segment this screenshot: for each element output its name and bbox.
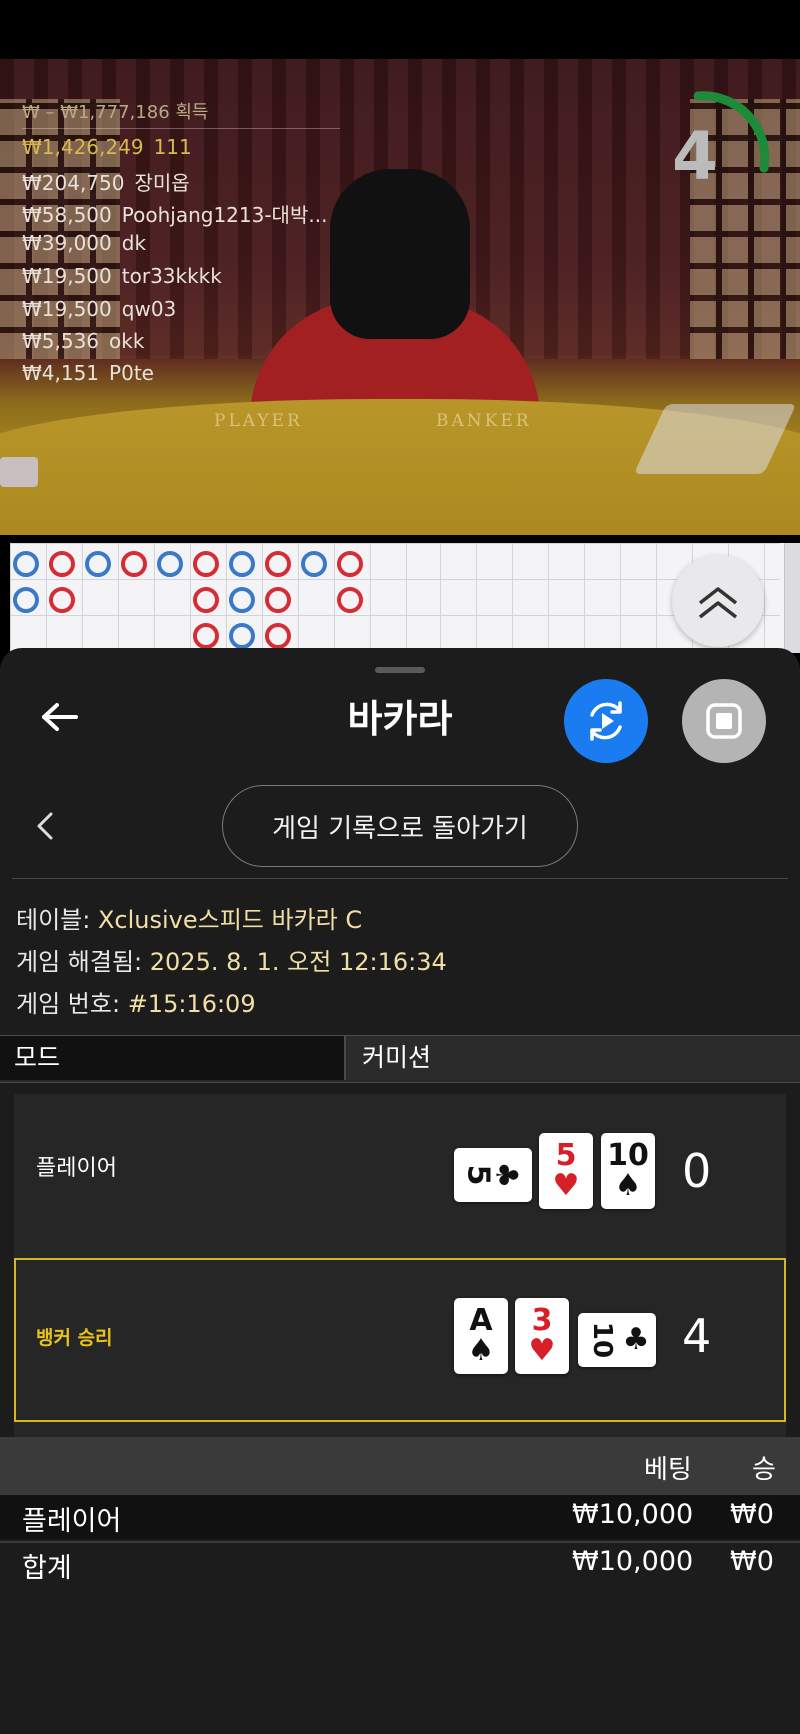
table-label-banker: BANKER	[436, 411, 532, 431]
bet-row-amount: ₩10,000	[572, 1499, 694, 1530]
chevron-left-icon	[37, 812, 53, 840]
player-hand-label: 플레이어	[36, 1156, 117, 1181]
bet-row-win: ₩0	[730, 1499, 774, 1530]
column-win: 승	[752, 1455, 776, 1485]
expand-roadmap-button[interactable]	[672, 555, 764, 647]
section-divider	[12, 878, 788, 879]
page-title: 바카라	[347, 697, 453, 741]
playing-card: 10 ♠	[601, 1133, 655, 1209]
sheet-drag-handle[interactable]	[375, 667, 425, 673]
total-bet: ₩10,000	[572, 1546, 694, 1577]
player-hand	[14, 1094, 786, 1258]
playing-card: 10 ♣	[578, 1313, 656, 1367]
playing-card: A ♠	[454, 1298, 508, 1374]
road-banker-marker	[265, 551, 291, 577]
road-banker-marker	[193, 623, 219, 649]
road-banker-marker	[193, 551, 219, 577]
road-player-marker	[13, 551, 39, 577]
total-win: ₩0	[730, 1546, 774, 1577]
back-to-history-button[interactable]: 게임 기록으로 돌아가기	[222, 785, 578, 867]
leaderboard-row: ₩19,500 qw03	[22, 297, 177, 321]
road-banker-marker	[121, 551, 147, 577]
previous-game-button[interactable]	[30, 808, 60, 844]
stop-icon	[706, 703, 742, 739]
road-player-marker	[85, 551, 111, 577]
leaderboard-header: ₩ – ₩1,777,186 획득	[22, 102, 209, 123]
countdown-timer: 4	[672, 118, 718, 195]
playing-card: 5 ♣	[454, 1148, 532, 1202]
mode-value: 커미션	[362, 1043, 432, 1072]
road-player-marker	[229, 623, 255, 649]
double-chevron-up-icon	[698, 587, 738, 619]
status-bar	[0, 0, 800, 59]
leaderboard-row: ₩58,500 Poohjang1213-대박...	[22, 203, 328, 227]
total-label: 합계	[22, 1553, 72, 1584]
road-player-marker	[301, 551, 327, 577]
resolved-info: 게임 해결됨: 2025. 8. 1. 오전 12:16:34	[16, 948, 447, 976]
game-number-info: 게임 번호: #15:16:09	[16, 990, 256, 1018]
road-map-side-panel	[784, 543, 800, 653]
banker-hand-label: 뱅커 승리	[36, 1327, 113, 1349]
banker-score: 4	[682, 1309, 712, 1363]
leaderboard-row: ₩5,536 okk	[22, 329, 145, 353]
road-player-marker	[13, 587, 39, 613]
leaderboard-row: ₩1,426,249 111	[22, 135, 192, 159]
leaderboard-divider	[22, 128, 340, 129]
road-banker-marker	[49, 551, 75, 577]
stop-button[interactable]	[682, 679, 766, 763]
replay-icon	[590, 701, 622, 741]
road-banker-marker	[265, 623, 291, 649]
mode-label: 모드	[0, 1036, 346, 1080]
card-deck	[0, 457, 38, 487]
road-banker-marker	[337, 587, 363, 613]
road-player-marker	[229, 551, 255, 577]
playing-card: 3 ♥	[515, 1298, 569, 1374]
road-player-marker	[229, 587, 255, 613]
dealer-hair	[330, 169, 470, 339]
leaderboard-row: ₩204,750 장미옵	[22, 171, 190, 195]
table-info: 테이블: Xclusive스피드 바카라 C	[16, 906, 363, 934]
column-bet: 베팅	[644, 1455, 692, 1485]
road-banker-marker	[193, 587, 219, 613]
road-player-marker	[157, 551, 183, 577]
leaderboard-row: ₩39,000 dk	[22, 231, 147, 255]
road-banker-marker	[265, 587, 291, 613]
leaderboard-row: ₩4,151 P0te	[22, 361, 154, 385]
banker-hand	[14, 1258, 786, 1422]
player-score: 0	[682, 1144, 712, 1198]
replay-button[interactable]	[564, 679, 648, 763]
playing-card: 5 ♥	[539, 1133, 593, 1209]
road-banker-marker	[337, 551, 363, 577]
leaderboard-row: ₩19,500 tor33kkkk	[22, 264, 222, 288]
road-banker-marker	[49, 587, 75, 613]
bet-row-label: 플레이어	[22, 1506, 122, 1537]
table-label-player: PLAYER	[214, 411, 303, 431]
